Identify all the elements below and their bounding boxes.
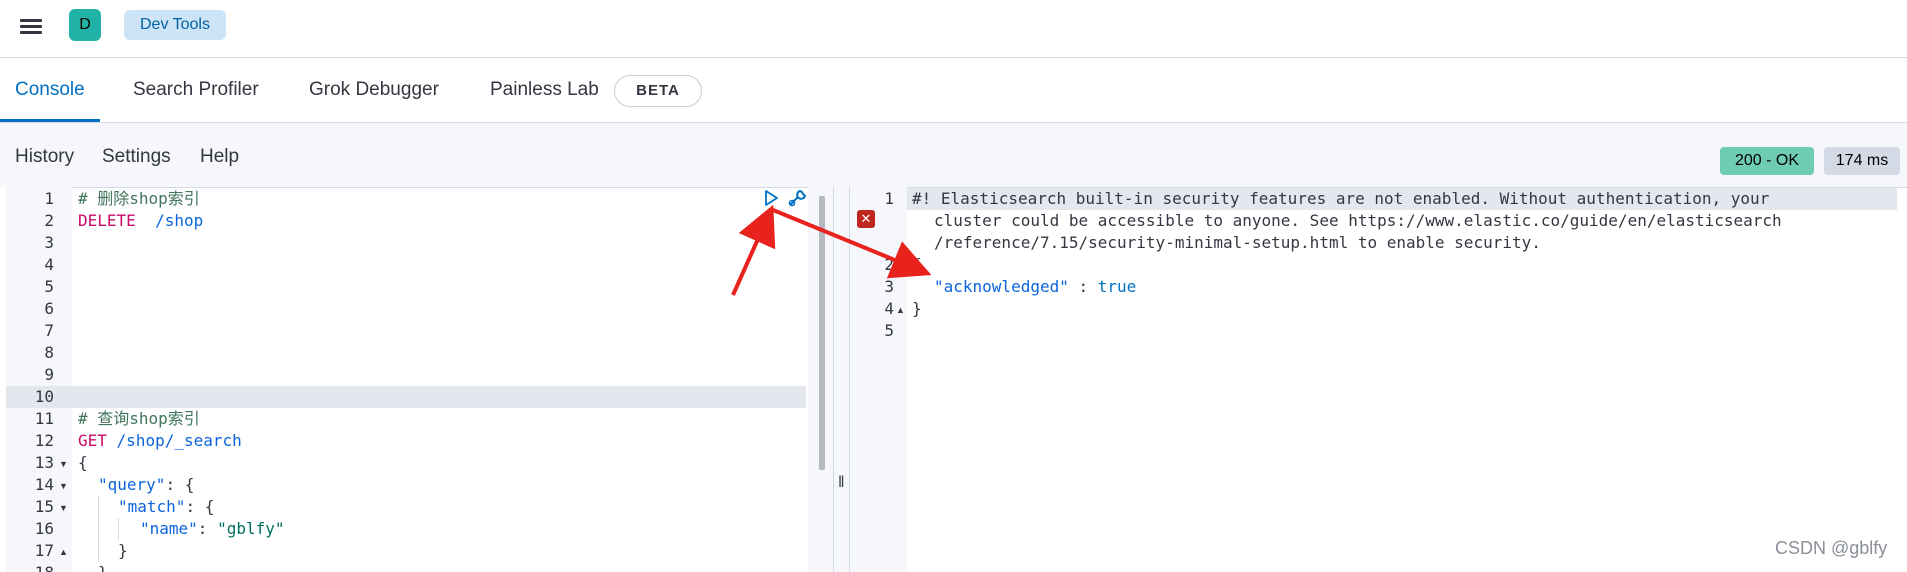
request-scrollbar-thumb[interactable]	[819, 196, 825, 470]
panel-resizer[interactable]	[833, 187, 850, 572]
beta-badge: BETA	[614, 75, 702, 107]
active-line-highlight	[6, 386, 806, 408]
wrench-icon[interactable]	[787, 187, 809, 209]
hamburger-icon[interactable]	[20, 16, 44, 36]
fold-arrow-icon[interactable]: ▲	[59, 547, 68, 557]
watermark: CSDN @gblfy	[1775, 538, 1888, 558]
tab-console[interactable]: Console	[0, 58, 100, 122]
security-warning-line: cluster could be accessible to anyone. S…	[934, 211, 1782, 230]
top-header: D Dev Tools	[0, 0, 1907, 58]
indent-guide	[118, 518, 119, 540]
resize-grip-icon[interactable]: ‖	[838, 474, 845, 492]
tab-painless-lab[interactable]: Painless Lab	[490, 58, 599, 122]
fold-arrow-icon[interactable]: ▼	[59, 481, 68, 491]
request-path: /shop/_search	[106, 431, 242, 450]
request-path: /shop	[135, 211, 204, 230]
tab-bar: Console Search Profiler Grok Debugger Pa…	[0, 58, 1907, 123]
http-method: GET	[78, 431, 107, 450]
code-brace: {	[912, 255, 922, 274]
tab-grok-debugger[interactable]: Grok Debugger	[309, 58, 439, 122]
fold-arrow-icon[interactable]: ▼	[59, 459, 68, 469]
settings-button[interactable]: Settings	[102, 146, 171, 168]
code-line-get: GET /shop/_search	[78, 430, 242, 452]
code-brace: }	[912, 299, 922, 318]
code-comment: # 删除shop索引	[78, 189, 200, 208]
code-line-delete: DELETE /shop	[78, 210, 203, 232]
http-method: DELETE	[78, 211, 136, 230]
status-badge: 200 - OK	[1720, 147, 1814, 175]
code-line-name: "name": "gblfy"	[140, 519, 285, 538]
fold-arrow-icon[interactable]: ▼	[59, 503, 68, 513]
indent-guide	[98, 496, 99, 562]
tab-search-profiler[interactable]: Search Profiler	[133, 58, 259, 122]
error-icon: ✕	[857, 210, 875, 228]
code-line-query: "query": {	[98, 475, 195, 494]
code-comment: # 查询shop索引	[78, 409, 200, 428]
code-brace: }	[118, 541, 128, 560]
history-button[interactable]: History	[15, 146, 74, 168]
code-line-match: "match": {	[118, 497, 215, 516]
code-brace: }	[98, 562, 108, 572]
play-icon[interactable]	[762, 189, 780, 207]
breadcrumb-dev-tools[interactable]: Dev Tools	[124, 10, 226, 40]
help-button[interactable]: Help	[200, 146, 239, 168]
security-warning-line: #! Elasticsearch built-in security featu…	[912, 189, 1770, 208]
space-avatar[interactable]: D	[69, 9, 101, 41]
request-time-badge: 174 ms	[1824, 147, 1900, 175]
code-line-acknowledged: "acknowledged" : true	[934, 277, 1137, 296]
code-brace: {	[78, 453, 88, 472]
response-gutter	[850, 187, 907, 572]
security-warning-line: /reference/7.15/security-minimal-setup.h…	[934, 233, 1541, 252]
fold-arrow-icon[interactable]: ▲	[896, 305, 905, 315]
console-toolbar: History Settings Help	[0, 123, 1907, 187]
